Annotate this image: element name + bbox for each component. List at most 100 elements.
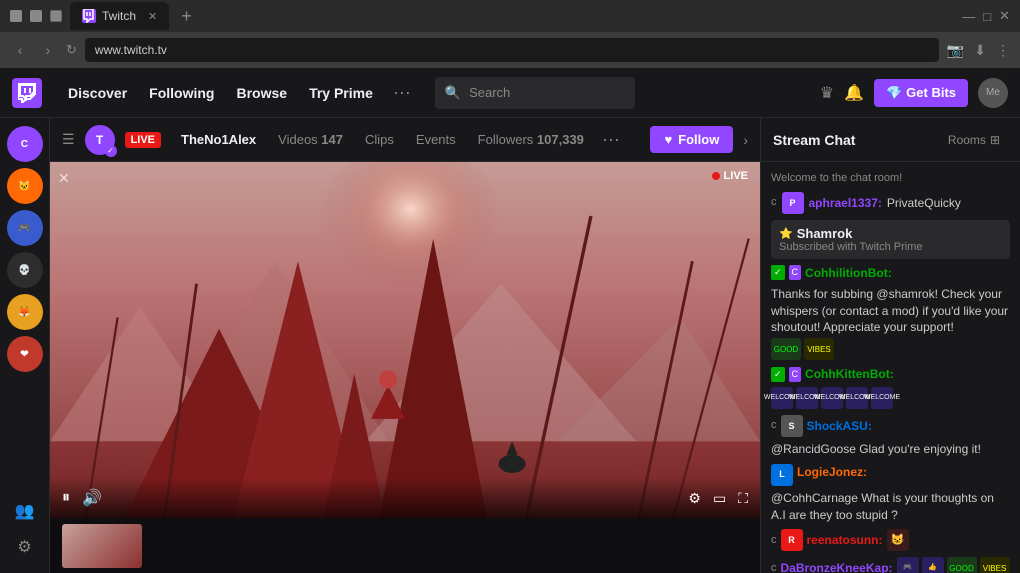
restore-btn[interactable]: □ — [983, 9, 991, 24]
minimize-btn[interactable]: — — [962, 9, 975, 24]
chat-avatar-6: R — [781, 529, 803, 551]
followers-label: Followers — [478, 132, 534, 147]
chat-badge-4: c — [771, 418, 777, 433]
video-player[interactable]: ✕ LIVE ⏸ 🔊 ⚙ ▭ ⛶ — [50, 162, 760, 518]
thumbnail-1[interactable] — [62, 524, 142, 568]
get-bits-button[interactable]: 💎 Get Bits — [874, 79, 968, 107]
forward-button[interactable]: › — [38, 42, 58, 58]
browser-tab[interactable]: Twitch ✕ — [70, 2, 169, 30]
clips-nav-item[interactable]: Clips — [355, 128, 404, 151]
sub-username: Shamrok — [797, 226, 853, 241]
back-button[interactable]: ‹ — [10, 42, 30, 58]
thumbnail-strip — [50, 518, 760, 573]
videos-label: Videos — [278, 132, 318, 147]
sidebar-avatar-1[interactable]: C — [7, 126, 43, 162]
search-placeholder: Search — [469, 85, 510, 100]
chat-badge-6: c — [771, 533, 777, 548]
events-nav-item[interactable]: Events — [406, 128, 466, 151]
try-prime-nav[interactable]: Try Prime — [299, 79, 383, 107]
video-controls-bar: ⏸ 🔊 ⚙ ▭ ⛶ — [50, 478, 760, 518]
tab-close-button[interactable]: ✕ — [148, 10, 157, 23]
sidebar-bottom: 👥 ⚙ — [7, 493, 43, 565]
address-bar[interactable]: www.twitch.tv — [85, 38, 939, 62]
chat-username-5: LogieJonez: — [797, 464, 867, 481]
sidebar-avatar-img-5: 🦊 — [7, 294, 43, 330]
minimize-window-button[interactable] — [30, 10, 42, 22]
search-icon: 🔍 — [445, 85, 461, 101]
crown-icon[interactable]: ♛ — [820, 83, 834, 103]
welcome-message: Welcome to the chat room! — [771, 170, 1010, 186]
channel-nav: TheNo1Alex Videos 147 Clips Events Follo… — [171, 127, 626, 152]
chat-username-3: CohhKittenBot: — [805, 366, 894, 383]
new-tab-button[interactable]: + — [181, 6, 192, 27]
twitch-logo[interactable] — [12, 78, 42, 108]
settings-icon[interactable]: ⚙ — [7, 529, 43, 565]
pause-button[interactable]: ⏸ — [62, 489, 70, 507]
sidebar-avatar-5[interactable]: 🦊 — [7, 294, 43, 330]
close-btn[interactable]: ✕ — [999, 8, 1010, 24]
emote-good2: GOOD — [947, 557, 977, 573]
get-bits-label: Get Bits — [906, 85, 956, 100]
refresh-button[interactable]: ↻ — [66, 42, 77, 58]
sidebar-avatar-img-1: C — [7, 126, 43, 162]
volume-button[interactable]: 🔊 — [82, 488, 102, 508]
sidebar-avatar-img-6: ❤ — [7, 336, 43, 372]
close-window-button[interactable] — [10, 10, 22, 22]
fullscreen-button[interactable]: ⛶ — [738, 490, 748, 507]
window-controls — [10, 10, 62, 22]
video-background: ✕ LIVE — [50, 162, 760, 518]
list-item: c P aphrael1337: PrivateQuicky — [771, 192, 1010, 214]
chat-avatar-0: P — [782, 192, 804, 214]
list-item: ✓ C CohhKittenBot: WELCOME WELCOME WELCO… — [771, 366, 1010, 409]
chat-username-0: aphrael1337: — [809, 195, 882, 212]
sidebar-expand-button[interactable]: ☰ — [62, 131, 75, 148]
chat-text-0: PrivateQuicky — [887, 195, 961, 212]
chat-text-5: @CohhCarnage What is your thoughts on A.… — [771, 490, 1010, 524]
download-icon[interactable]: ⬇ — [974, 42, 986, 59]
sidebar-avatar-img-2: 🐱 — [7, 168, 43, 204]
emote-vibes: VIBES — [804, 338, 834, 360]
rooms-icon: ⊞ — [990, 133, 1000, 147]
rooms-button[interactable]: Rooms ⊞ — [940, 129, 1008, 151]
channel-area: ☰ T ✓ LIVE TheNo1Alex Videos 147 Clips E… — [50, 118, 760, 573]
following-nav[interactable]: Following — [139, 79, 224, 107]
friends-icon[interactable]: 👥 — [7, 493, 43, 529]
live-dot — [712, 172, 720, 180]
header-right: ♛ 🔔 💎 Get Bits Me — [820, 78, 1008, 108]
menu-icon[interactable]: ⋮ — [996, 42, 1010, 59]
list-item: ✓ C CohhilitionBot: Thanks for subbing @… — [771, 265, 1010, 360]
game-scene-svg — [50, 162, 760, 518]
mod-badge-2: ✓ — [771, 265, 785, 280]
sidebar-avatar-6[interactable]: ❤ — [7, 336, 43, 372]
channel-nav-forward[interactable]: › — [743, 132, 748, 148]
verified-badge: ✓ — [105, 145, 117, 157]
close-overlay-button[interactable]: ✕ — [58, 170, 70, 187]
followers-nav-item[interactable]: Followers 107,339 — [468, 128, 594, 151]
user-avatar[interactable]: Me — [978, 78, 1008, 108]
chat-emotes-7: 🎮 👍 GOOD VIBES — [897, 557, 1010, 573]
sidebar-avatar-4[interactable]: 💀 — [7, 252, 43, 288]
chat-emotes-6: 😺 — [887, 529, 909, 551]
list-item: ⭐ Shamrok Subscribed with Twitch Prime — [771, 220, 1010, 259]
videos-nav-item[interactable]: Videos 147 — [268, 128, 353, 151]
search-bar[interactable]: 🔍 Search — [435, 77, 635, 109]
discover-nav[interactable]: Discover — [58, 79, 137, 107]
channel-name-link[interactable]: TheNo1Alex — [171, 128, 266, 151]
follow-button[interactable]: ♥ Follow — [650, 126, 733, 153]
sub-badge-3: C — [789, 367, 802, 382]
notifications-bell-icon[interactable]: 🔔 — [844, 83, 864, 103]
sidebar-avatar-3[interactable]: 🎮 — [7, 210, 43, 246]
browse-nav[interactable]: Browse — [226, 79, 297, 107]
chat-header: Stream Chat Rooms ⊞ — [761, 118, 1020, 162]
browser-nav: ‹ › ↻ www.twitch.tv 📷 ⬇ ⋮ — [0, 32, 1020, 68]
chat-username-4: ShockASU: — [807, 418, 872, 435]
camera-icon[interactable]: 📷 — [947, 42, 964, 59]
tab-favicon — [82, 9, 96, 23]
more-nav-button[interactable]: ··· — [385, 78, 419, 107]
sidebar-avatar-2[interactable]: 🐱 — [7, 168, 43, 204]
video-settings-button[interactable]: ⚙ — [688, 490, 701, 507]
channel-more-button[interactable]: ··· — [596, 127, 626, 152]
maximize-window-button[interactable] — [50, 10, 62, 22]
theatre-mode-button[interactable]: ▭ — [713, 490, 726, 507]
live-text: LIVE — [724, 170, 748, 182]
